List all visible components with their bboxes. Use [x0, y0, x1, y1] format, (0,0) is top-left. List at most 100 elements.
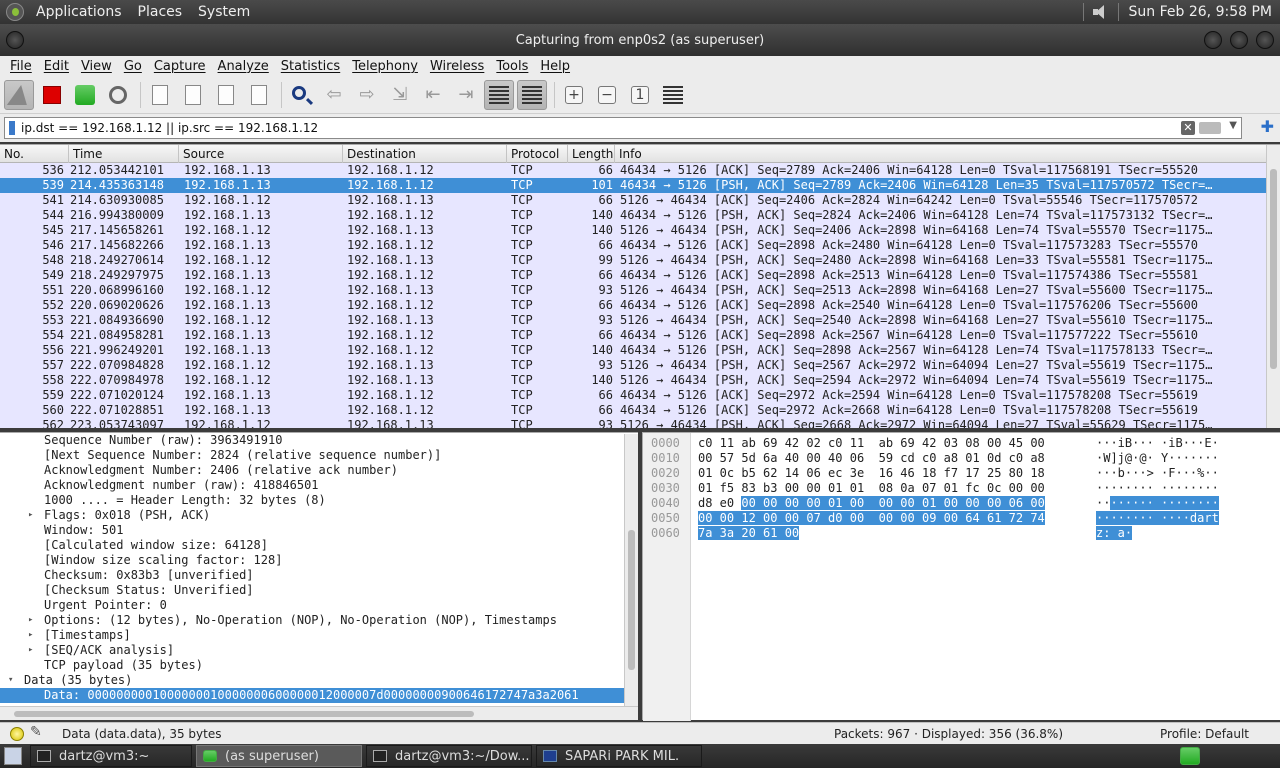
details-vscrollbar[interactable] — [624, 434, 638, 706]
byte-row[interactable]: 0060 7a 3a 20 61 00 z: a· — [643, 526, 1279, 541]
task-wireshark[interactable]: (as superuser) — [196, 745, 362, 767]
menu-capture[interactable]: Capture — [148, 59, 212, 74]
apply-filter-icon[interactable] — [1199, 122, 1221, 134]
packet-row[interactable]: 558 222.070984978 192.168.1.12 192.168.1.13… — [0, 373, 1280, 388]
packet-row[interactable]: 536 212.053442101 192.168.1.13 192.168.1.12… — [0, 163, 1280, 178]
details-hscrollbar[interactable] — [0, 706, 638, 720]
column-header-info[interactable]: Info — [619, 147, 642, 161]
menu-edit[interactable]: Edit — [38, 59, 75, 74]
detail-row[interactable]: Checksum: 0x83b3 [unverified] — [0, 568, 638, 583]
start-capture-button[interactable] — [4, 79, 34, 110]
packet-row[interactable]: 551 220.068996160 192.168.1.12 192.168.1.13… — [0, 283, 1280, 298]
packet-row[interactable]: 544 216.994380009 192.168.1.13 192.168.1.12… — [0, 208, 1280, 223]
task-app[interactable]: SAPARi PARK MIL. — [536, 745, 702, 767]
capture-options-button[interactable] — [103, 80, 133, 110]
detail-row[interactable]: ▸ [SEQ/ACK analysis] — [0, 643, 638, 658]
detail-row[interactable]: Sequence Number (raw): 3963491910 — [0, 433, 638, 448]
menu-view[interactable]: View — [75, 59, 118, 74]
detail-row[interactable]: [Next Sequence Number: 2824 (relative se… — [0, 448, 638, 463]
collapsed-arrow-icon[interactable]: ▸ — [28, 508, 33, 523]
panel-menu-places[interactable]: Places — [130, 4, 191, 20]
task-terminal-2[interactable]: dartz@vm3:~/Dow... — [366, 745, 532, 767]
detail-row[interactable]: Urgent Pointer: 0 — [0, 598, 638, 613]
packet-row[interactable]: 559 222.071020124 192.168.1.13 192.168.1.12… — [0, 388, 1280, 403]
byte-row[interactable]: 0010 00 57 5d 6a 40 00 40 06 59 cd c0 a8 … — [643, 451, 1279, 466]
column-header-protocol[interactable]: Protocol — [511, 147, 559, 161]
display-filter-field[interactable]: ✕ ▼ — [4, 117, 1242, 139]
detail-row[interactable]: 1000 .... = Header Length: 32 bytes (8) — [0, 493, 638, 508]
maximize-icon[interactable] — [1230, 31, 1248, 49]
panel-clock[interactable]: Sun Feb 26, 9:58 PM — [1125, 4, 1280, 20]
detail-row[interactable]: [Calculated window size: 64128] — [0, 538, 638, 553]
add-filter-button-icon[interactable]: ✚ — [1261, 117, 1274, 136]
close-file-button[interactable] — [211, 80, 241, 110]
packet-details-pane[interactable]: Sequence Number (raw): 3963491910 [Next S… — [0, 432, 638, 720]
detail-row[interactable]: [Checksum Status: Unverified] — [0, 583, 638, 598]
packet-row[interactable]: 549 218.249297975 192.168.1.13 192.168.1.12… — [0, 268, 1280, 283]
normal-size-button[interactable]: 1 — [625, 80, 655, 110]
packet-row[interactable]: 553 221.084936690 192.168.1.12 192.168.1.13… — [0, 313, 1280, 328]
byte-row[interactable]: 0030 01 f5 83 b3 00 00 01 01 08 0a 07 01 … — [643, 481, 1279, 496]
detail-row[interactable]: ▸ Options: (12 bytes), No-Operation (NOP)… — [0, 613, 638, 628]
capture-comment-icon[interactable] — [30, 724, 44, 741]
panel-menu-system[interactable]: System — [190, 4, 258, 20]
packet-row[interactable]: 560 222.071028851 192.168.1.13 192.168.1.12… — [0, 403, 1280, 418]
scrollbar-thumb[interactable] — [628, 530, 635, 670]
column-header-source[interactable]: Source — [183, 147, 224, 161]
packet-row[interactable]: 539 214.435363148 192.168.1.13 192.168.1.12… — [0, 178, 1280, 193]
detail-row[interactable]: ▸ [Timestamps] — [0, 628, 638, 643]
go-back-button[interactable]: ⇦ — [319, 80, 349, 110]
packet-list-scrollbar[interactable] — [1266, 145, 1280, 428]
bookmark-icon[interactable] — [9, 121, 15, 135]
column-header-length[interactable]: Length — [572, 147, 613, 161]
detail-row[interactable]: [Window size scaling factor: 128] — [0, 553, 638, 568]
restart-capture-button[interactable] — [70, 80, 100, 110]
show-desktop-icon[interactable] — [4, 747, 22, 765]
menu-tools[interactable]: Tools — [490, 59, 534, 74]
first-packet-button[interactable]: ⇤ — [418, 80, 448, 110]
packet-row[interactable]: 562 223.053743097 192.168.1.12 192.168.1.13… — [0, 418, 1280, 428]
zoom-out-button[interactable]: − — [592, 80, 622, 110]
packet-row[interactable]: 554 221.084958281 192.168.1.13 192.168.1.12… — [0, 328, 1280, 343]
status-profile[interactable]: Profile: Default — [1160, 727, 1249, 741]
menu-statistics[interactable]: Statistics — [275, 59, 346, 74]
collapsed-arrow-icon[interactable]: ▸ — [28, 628, 33, 643]
filter-dropdown-icon[interactable]: ▼ — [1229, 120, 1237, 131]
byte-row[interactable]: 0050 00 00 12 00 00 07 d0 00 00 00 09 00 … — [643, 511, 1279, 526]
packet-list[interactable]: No. Time Source Destination Protocol Len… — [0, 144, 1280, 428]
packet-row[interactable]: 556 221.996249201 192.168.1.13 192.168.1.12… — [0, 343, 1280, 358]
packet-row[interactable]: 541 214.630930085 192.168.1.12 192.168.1.13… — [0, 193, 1280, 208]
save-file-button[interactable] — [178, 80, 208, 110]
tray-wireshark-icon[interactable] — [1180, 747, 1200, 765]
packet-row[interactable]: 546 217.145682266 192.168.1.13 192.168.1.12… — [0, 238, 1280, 253]
detail-row[interactable]: Acknowledgment Number: 2406 (relative ac… — [0, 463, 638, 478]
clear-filter-icon[interactable]: ✕ — [1181, 121, 1195, 135]
packet-row[interactable]: 557 222.070984828 192.168.1.12 192.168.1.13… — [0, 358, 1280, 373]
expert-info-icon[interactable] — [10, 726, 24, 741]
go-to-packet-button[interactable]: ⇲ — [385, 80, 415, 110]
byte-row[interactable]: 0000 c0 11 ab 69 42 02 c0 11 ab 69 42 03 … — [643, 436, 1279, 451]
open-file-button[interactable] — [145, 80, 175, 110]
menu-help[interactable]: Help — [534, 59, 576, 74]
auto-scroll-button[interactable] — [484, 79, 514, 110]
volume-icon[interactable] — [1090, 4, 1112, 20]
scrollbar-thumb[interactable] — [1270, 169, 1277, 369]
close-icon[interactable] — [1256, 31, 1274, 49]
detail-row[interactable]: ▾ Data (35 bytes) — [0, 673, 638, 688]
column-header-destination[interactable]: Destination — [347, 147, 416, 161]
menu-go[interactable]: Go — [118, 59, 148, 74]
column-header-no[interactable]: No. — [4, 147, 24, 161]
window-menu-icon[interactable] — [6, 31, 24, 49]
last-packet-button[interactable]: ⇥ — [451, 80, 481, 110]
detail-row[interactable]: ▸ Flags: 0x018 (PSH, ACK) — [0, 508, 638, 523]
task-terminal-1[interactable]: dartz@vm3:~ — [30, 745, 192, 767]
stop-capture-button[interactable] — [37, 80, 67, 110]
minimize-icon[interactable] — [1204, 31, 1222, 49]
detail-row[interactable]: Acknowledgment number (raw): 418846501 — [0, 478, 638, 493]
go-forward-button[interactable]: ⇨ — [352, 80, 382, 110]
reload-file-button[interactable] — [244, 80, 274, 110]
packet-row[interactable]: 548 218.249270614 192.168.1.12 192.168.1.13… — [0, 253, 1280, 268]
zoom-in-button[interactable]: + — [559, 80, 589, 110]
find-packet-button[interactable] — [286, 80, 316, 110]
expanded-arrow-icon[interactable]: ▾ — [8, 673, 13, 688]
